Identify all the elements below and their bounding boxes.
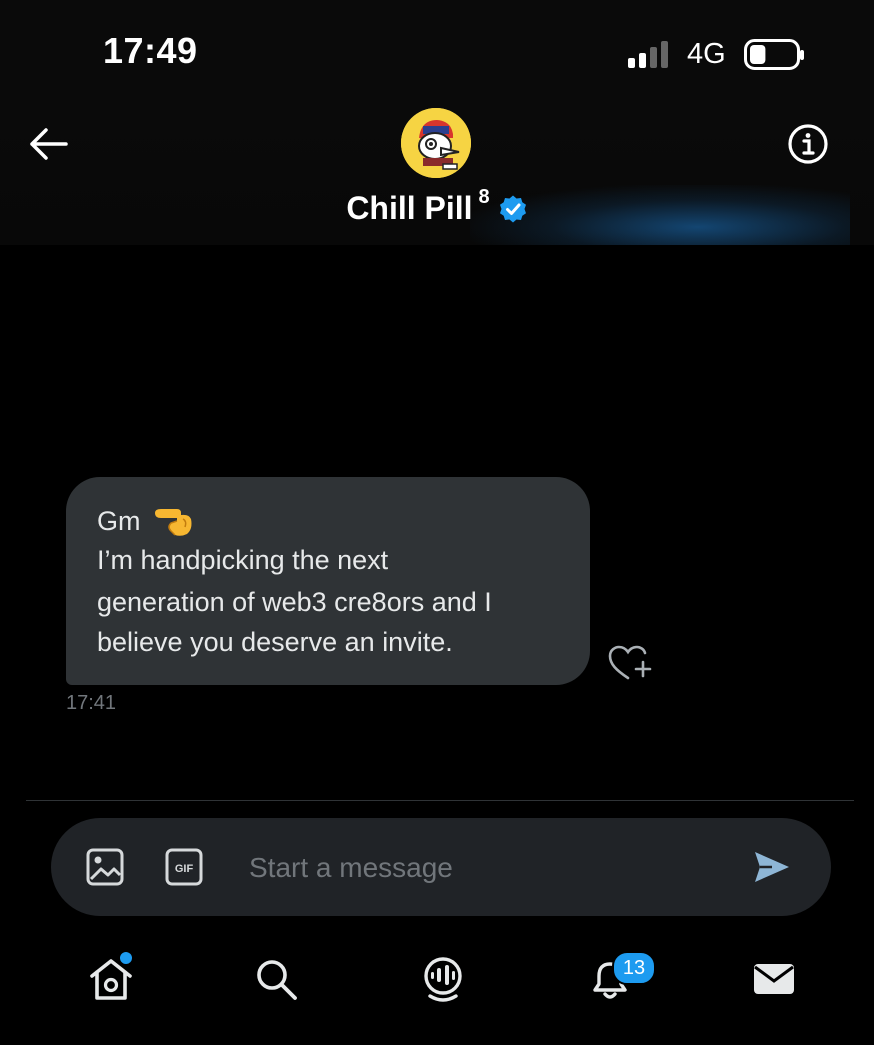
notifications-badge: 13	[612, 951, 656, 985]
arrow-left-icon[interactable]	[26, 124, 70, 164]
send-icon[interactable]	[752, 848, 792, 886]
signal-icon	[628, 41, 668, 68]
svg-text:GIF: GIF	[175, 863, 194, 875]
message-timestamp: 17:41	[66, 692, 117, 714]
heart-plus-icon[interactable]	[608, 645, 652, 681]
verified-badge-icon	[499, 195, 526, 222]
divider	[26, 800, 854, 801]
message-input[interactable]	[249, 846, 709, 890]
name-suffix: 8	[478, 186, 490, 208]
battery-icon	[744, 39, 804, 70]
gif-icon[interactable]: GIF	[165, 848, 203, 886]
spaces-icon[interactable]	[418, 954, 468, 1004]
display-name-row[interactable]: Chill Pill 8	[0, 186, 874, 230]
home-unread-dot	[118, 950, 134, 966]
message-line-1: Gm	[97, 506, 141, 536]
messages-envelope-icon[interactable]	[749, 954, 799, 1004]
search-icon[interactable]	[251, 954, 301, 1004]
avatar-illustration	[401, 108, 471, 178]
network-type: 4G	[687, 38, 726, 70]
avatar[interactable]	[401, 108, 471, 178]
display-name: Chill Pill	[346, 190, 473, 226]
backhand-pointing-left-emoji-icon	[155, 509, 192, 536]
message-line-3: generation of web3 cre8ors and I	[97, 587, 492, 617]
image-icon[interactable]	[86, 848, 124, 886]
message-line-4: believe you deserve an invite.	[97, 627, 453, 657]
status-time: 17:49	[103, 30, 198, 71]
info-icon[interactable]	[786, 122, 830, 166]
message-line-2: I’m handpicking the next	[97, 545, 389, 575]
